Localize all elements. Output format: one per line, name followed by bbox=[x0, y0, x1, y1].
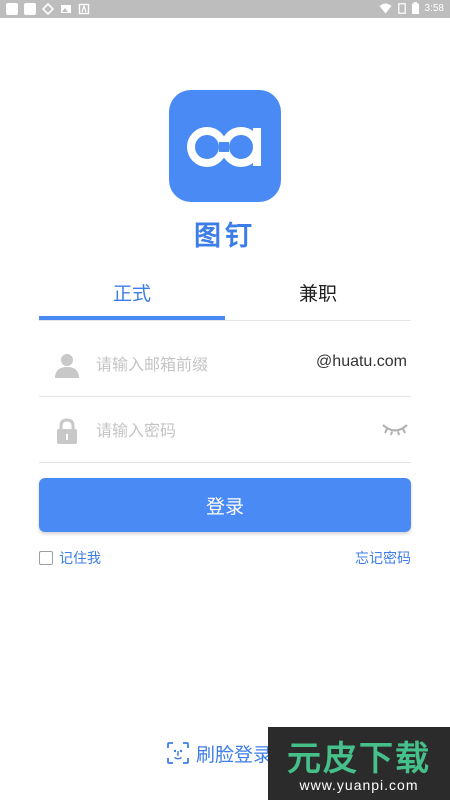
forgot-password-link[interactable]: 忘记密码 bbox=[355, 548, 411, 568]
sync-icon bbox=[42, 3, 54, 15]
app-logo bbox=[169, 90, 281, 202]
battery-icon bbox=[411, 2, 419, 14]
app-name: 图钉 bbox=[194, 221, 256, 252]
user-icon bbox=[55, 354, 79, 378]
email-prefix-input[interactable] bbox=[96, 349, 296, 379]
face-login-label[interactable]: 刷脸登录 bbox=[196, 740, 272, 767]
clock: 3:58 bbox=[424, 2, 444, 14]
email-domain-suffix: @huatu.com bbox=[316, 353, 407, 370]
notification-icon bbox=[6, 3, 18, 15]
remember-me[interactable]: 记住我 bbox=[39, 548, 101, 568]
sim-icon bbox=[397, 2, 406, 14]
remember-me-label[interactable]: 记住我 bbox=[59, 548, 101, 568]
remember-me-checkbox[interactable] bbox=[39, 551, 53, 565]
watermark-overlay: 元皮下载 www.yuanpi.com bbox=[268, 727, 450, 800]
notification-icons bbox=[6, 3, 90, 15]
logo-glyph bbox=[187, 127, 261, 167]
tab-parttime[interactable]: 兼职 bbox=[225, 278, 411, 320]
notification-icon bbox=[24, 3, 36, 15]
login-button[interactable]: 登录 bbox=[39, 478, 411, 532]
watermark-url: www.yuanpi.com bbox=[299, 777, 419, 793]
face-scan-icon bbox=[167, 742, 189, 764]
password-field-row bbox=[39, 397, 411, 463]
password-input[interactable] bbox=[96, 415, 296, 445]
tab-fulltime[interactable]: 正式 bbox=[39, 278, 225, 320]
active-tab-indicator bbox=[39, 316, 225, 320]
image-icon bbox=[60, 3, 72, 15]
app-notification-icon bbox=[78, 3, 90, 15]
email-field-row: @huatu.com bbox=[39, 331, 411, 397]
account-type-tabs: 正式 兼职 bbox=[39, 278, 411, 321]
watermark-title: 元皮下载 bbox=[287, 739, 431, 779]
eye-closed-icon[interactable] bbox=[381, 419, 409, 439]
wifi-icon bbox=[379, 3, 392, 13]
system-status: 3:58 bbox=[379, 2, 444, 14]
face-login-button[interactable]: 刷脸登录 bbox=[166, 740, 272, 766]
lock-icon bbox=[57, 418, 77, 444]
status-bar: 3:58 bbox=[0, 0, 450, 18]
